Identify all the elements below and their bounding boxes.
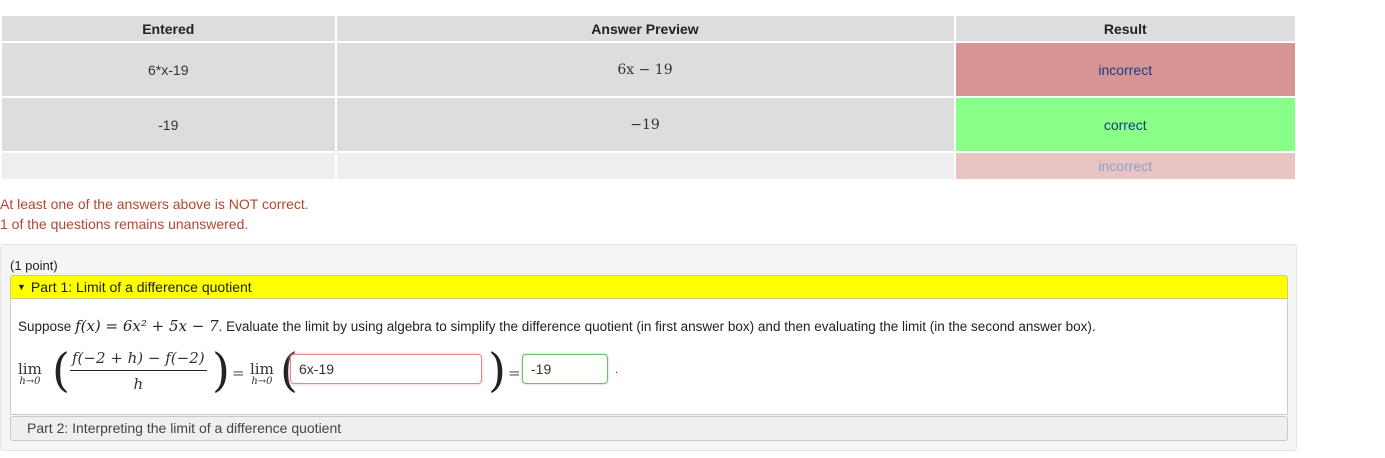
not-correct-message: At least one of the answers above is NOT…: [0, 196, 309, 212]
problem-statement: Suppose f(x) = 6x² + 5x − 7. Evaluate th…: [18, 317, 1096, 335]
part2-header[interactable]: Part 2: Interpreting the limit of a diff…: [10, 416, 1288, 441]
difference-quotient: f(−2 + h) − f(−2) h: [70, 349, 207, 393]
numerator: f(−2 + h) − f(−2): [70, 349, 207, 371]
entered-cell: -19: [0, 96, 337, 153]
limit-operator: lim h→0: [250, 360, 274, 387]
result-correct-cell: correct: [953, 96, 1297, 153]
header-result: Result: [953, 14, 1297, 43]
denominator: h: [133, 375, 144, 393]
function-expression: f(x) = 6x² + 5x − 7: [75, 317, 219, 335]
entered-cell: 6*x-19: [0, 41, 337, 98]
results-table: Entered Answer Preview Result 6*x-19 6x …: [0, 14, 1297, 181]
caret-down-icon: ▼: [17, 282, 26, 292]
equals-sign: =: [508, 364, 521, 382]
preview-cell: 6x − 19: [334, 41, 956, 98]
result-incorrect-cell: incorrect: [953, 41, 1297, 98]
part1-header[interactable]: ▼ Part 1: Limit of a difference quotient: [10, 275, 1288, 299]
preview-cell: [334, 151, 956, 181]
statement-suffix: . Evaluate the limit by using algebra to…: [218, 319, 1096, 334]
limit-operator: lim h→0: [18, 360, 42, 387]
header-entered: Entered: [0, 14, 337, 43]
result-incorrect-cell: incorrect: [953, 151, 1297, 181]
trailing-period: .: [615, 362, 619, 376]
limit-expression: lim h→0 ( f(−2 + h) − f(−2) h ) = lim h→…: [18, 343, 918, 409]
equals-sign: =: [232, 364, 245, 382]
part1-title: Part 1: Limit of a difference quotient: [30, 279, 252, 295]
answer-input-2[interactable]: -19: [522, 354, 608, 384]
answer-input-1[interactable]: 6x-19: [290, 354, 482, 384]
table-row: 6*x-19 6x − 19 incorrect: [0, 41, 1297, 98]
unanswered-message: 1 of the questions remains unanswered.: [0, 216, 249, 232]
entered-cell: [0, 151, 337, 181]
problem-container: (1 point) ▼ Part 1: Limit of a difference…: [0, 244, 1297, 451]
header-answer-preview: Answer Preview: [334, 14, 956, 43]
right-paren: ): [488, 343, 506, 397]
points-label: (1 point): [10, 258, 58, 273]
part1-body: Suppose f(x) = 6x² + 5x − 7. Evaluate th…: [10, 299, 1288, 415]
statement-prefix: Suppose: [18, 319, 72, 334]
right-paren: ): [212, 343, 230, 397]
table-row: -19 −19 correct: [0, 96, 1297, 153]
left-paren: (: [52, 343, 70, 397]
table-row: incorrect: [0, 151, 1297, 181]
preview-cell: −19: [334, 96, 956, 153]
